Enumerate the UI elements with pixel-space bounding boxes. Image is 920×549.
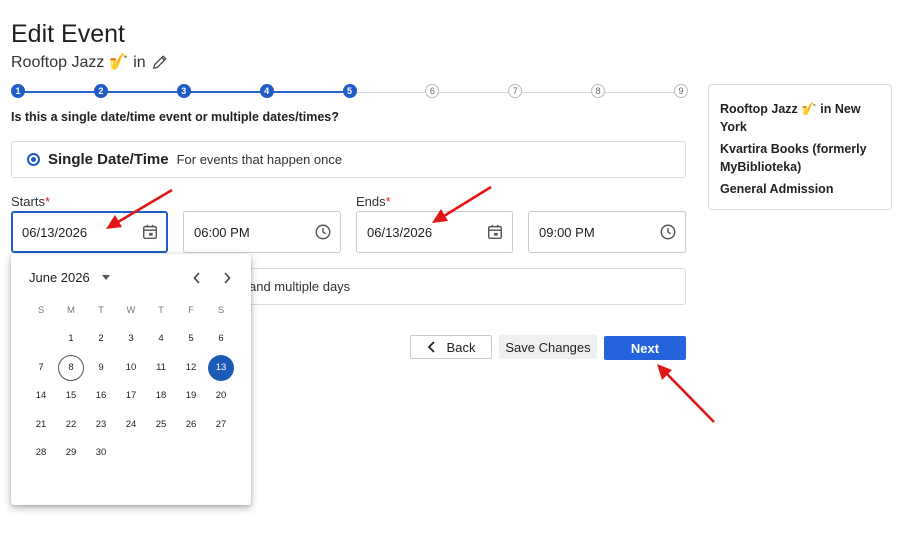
calendar-day[interactable]: 10 [118,355,144,381]
calendar-day[interactable]: 3 [118,326,144,352]
chevron-left-icon [193,272,200,284]
month-label: June 2026 [29,270,90,285]
summary-ticket: General Admission [720,182,834,196]
single-date-option[interactable]: Single Date/Time For events that happen … [11,141,686,178]
ends-label: Ends* [356,194,391,209]
calendar-day[interactable]: 20 [208,383,234,409]
step-8[interactable]: 8 [591,84,606,98]
calendar-day[interactable]: 14 [28,383,54,409]
calendar-day[interactable]: 25 [148,412,174,438]
multiple-dates-description: and multiple days [249,279,351,294]
calendar-day[interactable]: 19 [178,383,204,409]
calendar-day[interactable]: 5 [178,326,204,352]
required-mark: * [44,194,51,209]
caret-down-icon[interactable] [101,275,110,280]
single-date-label: Single Date/Time [48,151,169,168]
summary-event: Rooftop Jazz 🎷 in New York [720,102,861,134]
calendar-day[interactable]: 16 [88,383,114,409]
start-date-value: 06/13/2026 [22,224,88,240]
end-time-value: 09:00 PM [539,224,595,240]
starts-label: Starts* [11,194,50,209]
weekday-header: S [37,305,45,316]
step-6[interactable]: 6 [425,84,440,98]
end-date-input[interactable]: 06/13/2026 [356,211,513,253]
calendar-day[interactable]: 21 [28,412,54,438]
step-7[interactable]: 7 [508,84,523,98]
calendar-day[interactable]: 7 [28,355,54,381]
weekday-header: T [98,305,104,316]
month-selector[interactable]: June 2026 [29,270,110,285]
end-date-value: 06/13/2026 [367,224,433,240]
end-time-input[interactable]: 09:00 PM [528,211,686,253]
step-9[interactable]: 9 [674,84,688,98]
summary-venue: Kvartira Books (formerly MyBiblioteka) [720,142,867,174]
page-title: Edit Event [11,20,125,48]
calendar-day[interactable]: 8 [58,354,84,381]
calendar-day[interactable]: 26 [178,412,204,438]
event-summary-card: Rooftop Jazz 🎷 in New York Kvartira Book… [708,84,892,210]
weekday-header: M [67,305,75,316]
back-button-label: Back [446,339,476,355]
calendar-icon[interactable] [141,223,159,241]
clock-icon[interactable] [659,223,677,241]
step-3[interactable]: 3 [176,84,191,98]
calendar-day[interactable]: 6 [208,326,234,352]
clock-icon[interactable] [314,223,332,241]
calendar-day[interactable]: 22 [58,412,84,438]
single-date-radio[interactable] [27,153,40,166]
back-button[interactable]: Back [410,335,492,359]
start-time-value: 06:00 PM [194,224,250,240]
calendar-day[interactable]: 28 [28,440,54,466]
calendar-day[interactable]: 17 [118,383,144,409]
edit-event-page: Edit Event Rooftop Jazz 🎷 in 123456789 I… [0,0,920,549]
calendar-day[interactable]: 29 [58,440,84,466]
chevron-left-icon [427,341,435,353]
previous-month-button[interactable] [187,268,207,288]
calendar-day[interactable]: 2 [88,326,114,352]
ends-label-text: Ends [356,194,386,209]
calendar-day[interactable]: 9 [88,355,114,381]
calendar-icon[interactable] [486,223,504,241]
progress-stepper: 1 2 3 4 5 6 7 8 9 [11,84,688,100]
weekday-header: S [217,305,225,316]
weekday-header: W [126,305,136,316]
weekday-header: F [188,305,194,316]
save-changes-button[interactable]: Save Changes [499,335,597,359]
calendar-day[interactable]: 15 [58,383,84,409]
calendar-day[interactable]: 27 [208,412,234,438]
calendar-day[interactable]: 18 [148,383,174,409]
event-name: Rooftop Jazz 🎷 in [11,54,146,71]
start-time-input[interactable]: 06:00 PM [183,211,341,253]
calendar-day[interactable]: 13 [208,354,234,381]
next-month-button[interactable] [217,268,237,288]
starts-label-text: Starts [11,194,45,209]
step-2[interactable]: 2 [93,84,108,98]
calendar-day[interactable]: 1 [58,326,84,352]
calendar-day[interactable]: 12 [178,355,204,381]
annotation-arrow [657,364,715,423]
event-subtitle: Rooftop Jazz 🎷 in [11,52,169,72]
weekday-header: T [158,305,164,316]
start-date-input[interactable]: 06/13/2026 [11,211,168,253]
date-type-question: Is this a single date/time event or mult… [11,110,339,124]
calendar-day[interactable]: 24 [118,412,144,438]
step-1[interactable]: 1 [11,84,25,98]
required-mark: * [385,194,391,209]
date-picker-popup: June 2026 S M T W T F S 1 2 3 4 5 6 7 8 9 10 11 12 13 14 15 16… [11,254,251,505]
chevron-right-icon [224,272,231,284]
step-4[interactable]: 4 [259,84,274,98]
step-5[interactable]: 5 [342,84,357,98]
single-date-description: For events that happen once [176,152,343,167]
calendar-day[interactable]: 30 [88,440,114,466]
next-button[interactable]: Next [604,336,686,360]
calendar-day[interactable]: 4 [148,326,174,352]
edit-pencil-icon[interactable] [151,53,169,71]
calendar-day[interactable]: 11 [148,355,174,381]
calendar-day[interactable]: 23 [88,412,114,438]
